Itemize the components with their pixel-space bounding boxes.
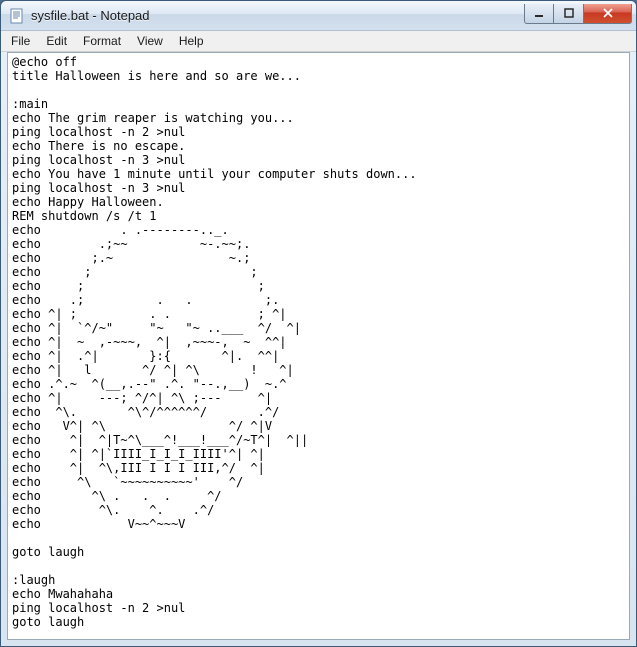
window-controls: [524, 4, 632, 24]
menu-view[interactable]: View: [129, 32, 171, 50]
menu-help[interactable]: Help: [171, 32, 212, 50]
minimize-button[interactable]: [524, 4, 554, 24]
text-area[interactable]: @echo off title Halloween is here and so…: [7, 52, 630, 640]
menu-format[interactable]: Format: [75, 32, 129, 50]
window-title: sysfile.bat - Notepad: [31, 8, 524, 23]
close-button[interactable]: [584, 4, 632, 24]
menubar: File Edit Format View Help: [1, 31, 636, 52]
document-content: @echo off title Halloween is here and so…: [12, 55, 625, 629]
notepad-icon: [9, 8, 25, 24]
menu-edit[interactable]: Edit: [38, 32, 75, 50]
titlebar[interactable]: sysfile.bat - Notepad: [1, 1, 636, 31]
notepad-window: sysfile.bat - Notepad File Edit Format V…: [0, 0, 637, 647]
maximize-button[interactable]: [554, 4, 584, 24]
menu-file[interactable]: File: [3, 32, 38, 50]
